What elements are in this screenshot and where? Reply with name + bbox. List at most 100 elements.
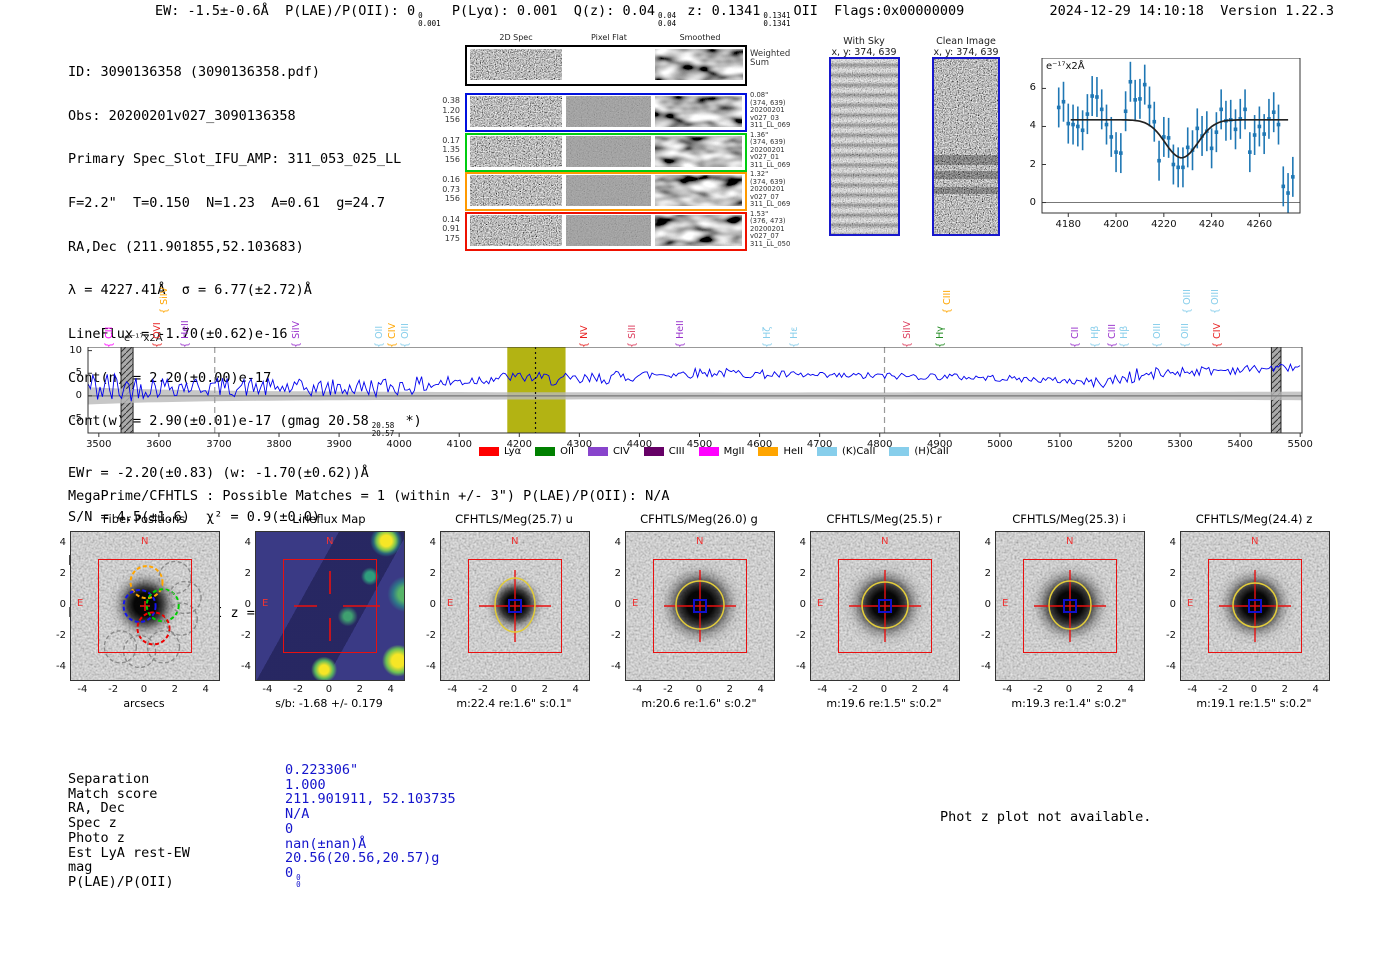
spectrum-xtick-label: 5500 [1287, 439, 1313, 450]
cutout-ytick: -2 [1166, 629, 1176, 641]
cutout-title: CFHTLS/Meg(25.7) u [455, 512, 573, 526]
noise-image [655, 214, 742, 246]
emission-line-label: { HeII [180, 320, 191, 348]
dark-band [934, 155, 998, 165]
legend-label: CIII [668, 446, 685, 457]
header-z: z: 0.1341 [687, 3, 761, 19]
cutout-xtick: -2 [848, 684, 859, 695]
header-ztype: OII [793, 3, 818, 19]
cutout-xtick: 2 [541, 684, 549, 695]
fit-xtick-label: 4240 [1198, 219, 1225, 230]
fit-unit-label: e⁻¹⁷x2Å [1046, 61, 1085, 72]
plae-fraction: 0 0.001 [418, 11, 441, 28]
legend-item: CIII [643, 446, 685, 457]
fit-ytick-label: 0 [1029, 196, 1036, 208]
emission-line-label: { Hγ [935, 326, 946, 348]
cutout-image-img: NE [625, 531, 775, 681]
spec2d-column-title: Pixel Flat [591, 33, 627, 42]
cutout-title: Fiber Positions [102, 512, 186, 526]
emission-line-label: { OII [374, 325, 385, 348]
cutout-ytick: 4 [59, 537, 66, 549]
legend-swatch [479, 447, 499, 456]
noise-image [655, 96, 742, 127]
cutout-xtick: 4 [572, 684, 579, 695]
info-amp: Primary Spec_Slot_IFU_AMP: 311_053_025_L… [68, 151, 402, 168]
left-label: 1.35 [442, 145, 460, 154]
spectrum-legend: Lyα OII CIV CIII MgII HeII (K)CaII (H)CaII [479, 446, 949, 457]
cutout-xtick: -2 [293, 684, 304, 695]
emission-line-label: { Hε [789, 326, 800, 348]
cutout-ytick: 0 [799, 598, 806, 610]
header-plya: P(Lyα): 0.001 [451, 3, 558, 19]
cutout-ytick: 4 [799, 537, 806, 549]
left-label: 0.14 [442, 214, 460, 224]
cutout-xtick: -2 [478, 684, 489, 695]
cutout-title: CFHTLS/Meg(24.4) z [1195, 512, 1313, 526]
cutout-ytick: 0 [984, 598, 991, 610]
header-summary: EW: -1.5±-0.6Å P(LAE)/P(OII): 0 0 0.001 P(… [155, 3, 964, 27]
emission-line-label: { SiII [627, 324, 638, 348]
cutout-ytick: 2 [614, 568, 621, 580]
cutout-ytick: -2 [611, 629, 621, 641]
legend-swatch [817, 447, 838, 456]
noise-image [934, 59, 998, 234]
legend-swatch [587, 447, 608, 456]
cutout-ytick: 2 [429, 568, 436, 580]
emission-line-label: { OIII [1180, 323, 1191, 348]
spec2d-row-left-labels: 0.38 1.20 156 [420, 96, 460, 125]
legend-item: HeII [758, 446, 803, 457]
cutout-ytick: 2 [1169, 568, 1176, 580]
cutout-xtick: 4 [387, 684, 394, 695]
cutout-xtick: 2 [1096, 684, 1104, 695]
spec2d-column-title: 2D Spec [499, 33, 533, 42]
report-datetime: 2024-12-29 14:10:18 [1049, 3, 1204, 19]
info-seeing: F=2.2" T=0.150 N=1.23 A=0.61 g=24.7 [68, 195, 385, 212]
emission-line-label: { Hβ [1090, 325, 1101, 348]
elixer-report-page: EW: -1.5±-0.6Å P(LAE)/P(OII): 0 0 0.001 P(… [0, 0, 1400, 953]
east-label: E [632, 598, 639, 609]
cutout-ytick: 4 [614, 537, 621, 549]
spectrum-ytick-label: 10 [69, 344, 82, 356]
match-row-value: N/A [285, 806, 310, 823]
cutout-xtick: -2 [663, 684, 674, 695]
noise-image [655, 175, 742, 206]
with-sky-image [829, 57, 900, 236]
cutout-title: Lineflux Map [292, 512, 366, 526]
spec2d-row-right-labels: 0.08" (374, 639) 20200201 v027_03 311_LL_069 [750, 91, 790, 130]
spectrum-xtick-label: 5300 [1167, 439, 1193, 450]
noise-image [470, 49, 562, 80]
cutout-ytick: 2 [59, 568, 66, 580]
cutout-xtick: -4 [1187, 684, 1198, 695]
cutout-ytick: -4 [981, 660, 991, 672]
weighted-sum-label: Weighted Sum [750, 50, 790, 68]
match-row-label: Match score [68, 785, 158, 802]
east-label: E [817, 598, 824, 609]
left-label: 0.16 [442, 175, 460, 184]
weighted-sum-label-2: Sum [750, 58, 770, 68]
match-row-label: Separation [68, 771, 150, 787]
info-lineflux: LineFlux = -1.70(±0.62)e-16 [68, 325, 288, 342]
header-qz: Q(z): 0.04 [573, 3, 656, 19]
cutout-ytick: 0 [429, 598, 436, 610]
cutout-xtick: 0 [1065, 684, 1073, 695]
cutout-xtick: 4 [757, 684, 764, 695]
cutout-xtick: 0 [325, 684, 333, 695]
north-label: N [326, 536, 334, 547]
spec2d-row-left-labels: 0.14 0.91 175 [420, 215, 460, 244]
cutout-ytick: -4 [796, 660, 806, 672]
legend-item: (H)CaII [889, 446, 949, 457]
legend-swatch [535, 447, 556, 456]
clean-image-title: Clean Image [936, 36, 996, 47]
cutout-xtick: 0 [695, 684, 703, 695]
header-ew: EW: -1.5±-0.6Å [155, 3, 269, 19]
noise-image [470, 175, 562, 206]
cutout-ytick: -2 [981, 629, 991, 641]
emission-line-label: { OIII [1152, 323, 1163, 348]
catalog-match-header: MegaPrime/CFHTLS : Possible Matches = 1 … [68, 488, 670, 504]
spectrum-xtick-label: 5200 [1107, 439, 1133, 450]
spec2d-fiber-row [465, 172, 747, 211]
noise-image [566, 135, 651, 167]
info-ewr: EWr = -2.20(±0.83) (w: -1.70(±0.62))Å [68, 465, 369, 482]
cutout-ytick: -4 [611, 660, 621, 672]
header-flags: Flags:0x00000009 [834, 3, 965, 19]
